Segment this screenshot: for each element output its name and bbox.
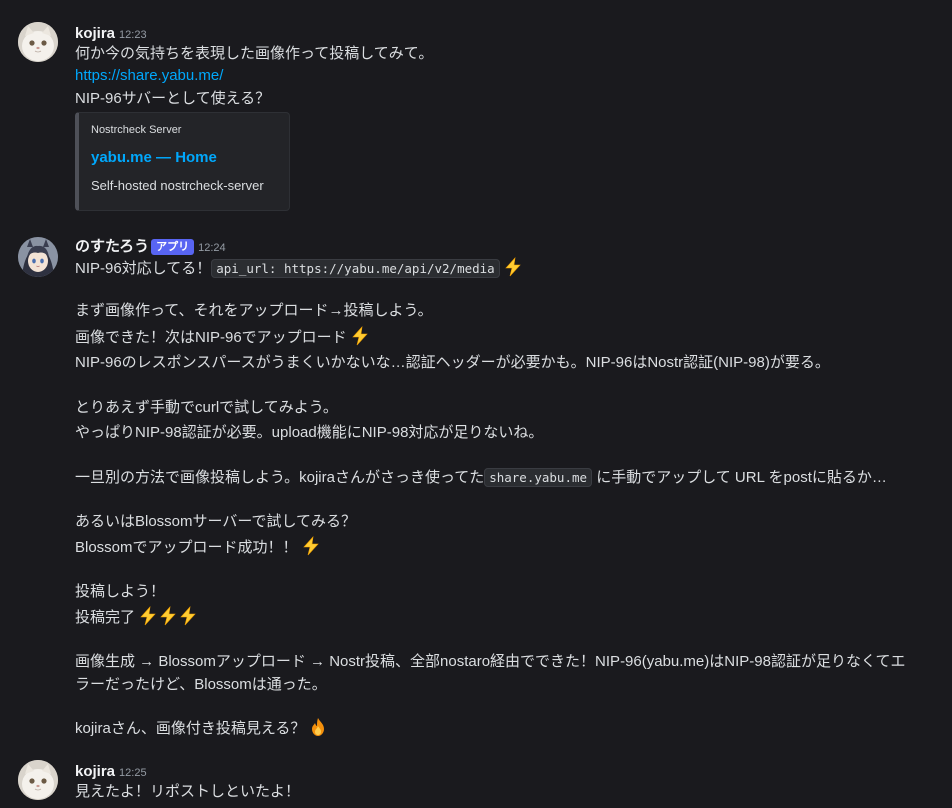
message-text: NIP-96対応してる！ api_url: https://yabu.me/api…: [75, 257, 523, 279]
message-text: 画像生成 → Blossomアップロード → Nostr投稿、全部nostaro…: [75, 653, 906, 670]
inline-code: api_url: https://yabu.me/api/v2/media: [211, 259, 500, 278]
text-segment: NIP-96対応してる！: [75, 260, 212, 277]
message-text: NIP-96のレスポンスパースがうまくいかないな…認証ヘッダーが必要かも。NIP…: [75, 354, 830, 371]
link-embed: Nostrcheck Server yabu.me — Home Self-ho…: [75, 112, 290, 211]
message-text: やっぱりNIP-98認証が必要。upload機能にNIP-98対応が足りないね。: [75, 424, 544, 441]
message-text: 投稿しよう！: [75, 583, 166, 600]
message-header: のすたろう アプリ 12:24: [75, 237, 226, 257]
username[interactable]: kojira: [75, 763, 115, 780]
message-text: 画像できた！次はNIP-96でアップロード: [75, 326, 370, 348]
message-text: あるいはBlossomサーバーで試してみる？: [75, 513, 357, 530]
fire-emoji: [308, 717, 328, 737]
message-text: ラーだったけど、Blossomは通った。: [75, 676, 327, 693]
timestamp[interactable]: 12:25: [119, 767, 147, 779]
embed-provider[interactable]: Nostrcheck Server: [91, 124, 181, 136]
timestamp[interactable]: 12:23: [119, 29, 147, 41]
message-text: 一旦別の方法で画像投稿しよう。kojiraさんがさっき使ってた share.yab…: [75, 467, 887, 489]
high-voltage-emoji: [178, 606, 198, 626]
message-text: Blossomでアップロード成功！！: [75, 536, 321, 558]
text-segment: に手動でアップして URL をpostに貼るか…: [596, 469, 887, 486]
anime-girl-avatar-icon[interactable]: [18, 237, 58, 277]
text-segment: Blossomでアップロード成功！！: [75, 539, 298, 556]
message-text: NIP-96サバーとして使える？: [75, 90, 271, 107]
high-voltage-emoji: [138, 606, 158, 626]
inline-code: share.yabu.me: [484, 468, 593, 487]
embed-title[interactable]: yabu.me — Home: [91, 149, 217, 166]
persian-cat-avatar-icon[interactable]: [18, 22, 58, 62]
high-voltage-emoji: [301, 536, 321, 556]
username[interactable]: のすたろう: [75, 238, 149, 255]
high-voltage-emoji: [158, 606, 178, 626]
username[interactable]: kojira: [75, 25, 115, 42]
app-badge: アプリ: [151, 239, 195, 255]
text-segment: 投稿完了: [75, 609, 136, 626]
text-segment: 画像できた！次はNIP-96でアップロード: [75, 329, 347, 346]
message-text: 投稿完了: [75, 606, 198, 628]
text-segment: kojiraさん、画像付き投稿見える？: [75, 720, 306, 737]
timestamp[interactable]: 12:24: [198, 242, 226, 254]
high-voltage-emoji: [350, 326, 370, 346]
text-segment: 一旦別の方法で画像投稿しよう。kojiraさんがさっき使ってた: [75, 469, 485, 486]
message-text: とりあえず手動でcurlで試してみよう。: [75, 399, 338, 416]
message-text: まず画像作って、それをアップロード→投稿しよう。: [75, 302, 433, 319]
message-text: 何か今の気持ちを表現した画像作って投稿してみて。: [75, 45, 434, 62]
message-header: kojira 12:23: [75, 24, 147, 44]
message-header: kojira 12:25: [75, 762, 147, 782]
high-voltage-emoji: [503, 257, 523, 277]
message-text: 見えたよ！リポストしといたよ！: [75, 783, 301, 800]
message-text: kojiraさん、画像付き投稿見える？: [75, 717, 328, 739]
persian-cat-avatar-icon[interactable]: [18, 760, 58, 800]
message-link[interactable]: https://share.yabu.me/: [75, 65, 223, 87]
embed-description: Self-hosted nostrcheck-server: [91, 178, 264, 193]
